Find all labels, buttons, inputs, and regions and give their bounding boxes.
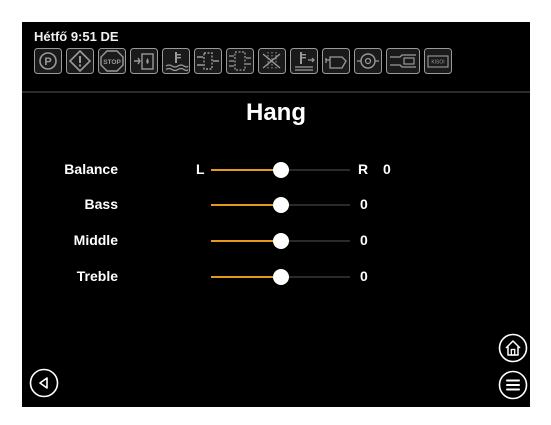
balance-value: 0: [383, 161, 391, 177]
balance-slider-knob[interactable]: [272, 162, 289, 178]
balance-right-marker: R: [358, 161, 369, 177]
bass-slider-knob[interactable]: [272, 197, 289, 213]
parking-brake-icon: P: [34, 48, 62, 74]
bass-slider[interactable]: [211, 197, 350, 213]
bass-value: 0: [360, 196, 368, 212]
mode-display-icon: KISOI: [424, 48, 452, 74]
fuel-water-icon: [130, 48, 158, 74]
back-button[interactable]: [29, 368, 59, 398]
home-button[interactable]: [498, 333, 528, 363]
middle-slider[interactable]: [211, 233, 350, 249]
transmission-filter-icon: [226, 48, 254, 74]
hydraulic-oil-temp-icon: [290, 48, 318, 74]
bass-slider-fill: [211, 204, 281, 206]
treble-value: 0: [360, 268, 368, 284]
middle-slider-fill: [211, 240, 281, 242]
home-icon: [498, 333, 528, 363]
header-divider: [22, 91, 530, 93]
treble-label: Treble: [76, 268, 118, 284]
middle-value: 0: [360, 232, 368, 248]
hydraulic-filter-icon: [194, 48, 222, 74]
display-screen: Hétfő 9:51 DE P STOP KISOI Hang Balance …: [22, 22, 530, 407]
middle-slider-knob[interactable]: [272, 233, 289, 249]
clock: Hétfő 9:51 DE: [34, 29, 119, 44]
coolant-temp-icon: [162, 48, 190, 74]
back-arrow-icon: [29, 368, 59, 398]
page-title: Hang: [246, 99, 306, 126]
svg-text:STOP: STOP: [103, 59, 121, 66]
engine-oil-pressure-icon: [322, 48, 350, 74]
stop-icon: STOP: [98, 48, 126, 74]
treble-slider[interactable]: [211, 269, 350, 285]
balance-slider[interactable]: [211, 162, 350, 178]
balance-slider-fill: [211, 169, 281, 171]
menu-button[interactable]: [498, 370, 528, 400]
treble-slider-knob[interactable]: [272, 269, 289, 285]
battery-charge-icon: [386, 48, 420, 74]
bass-label: Bass: [84, 196, 118, 212]
treble-slider-fill: [211, 276, 281, 278]
air-filter-restriction-icon: [258, 48, 286, 74]
balance-left-marker: L: [196, 161, 205, 177]
svg-text:P: P: [44, 56, 51, 68]
transmission-oil-pressure-icon: [354, 48, 382, 74]
general-warning-icon: [66, 48, 94, 74]
balance-label: Balance: [64, 161, 118, 177]
middle-label: Middle: [73, 232, 118, 248]
svg-text:KISOI: KISOI: [431, 60, 444, 66]
menu-icon: [498, 370, 528, 400]
